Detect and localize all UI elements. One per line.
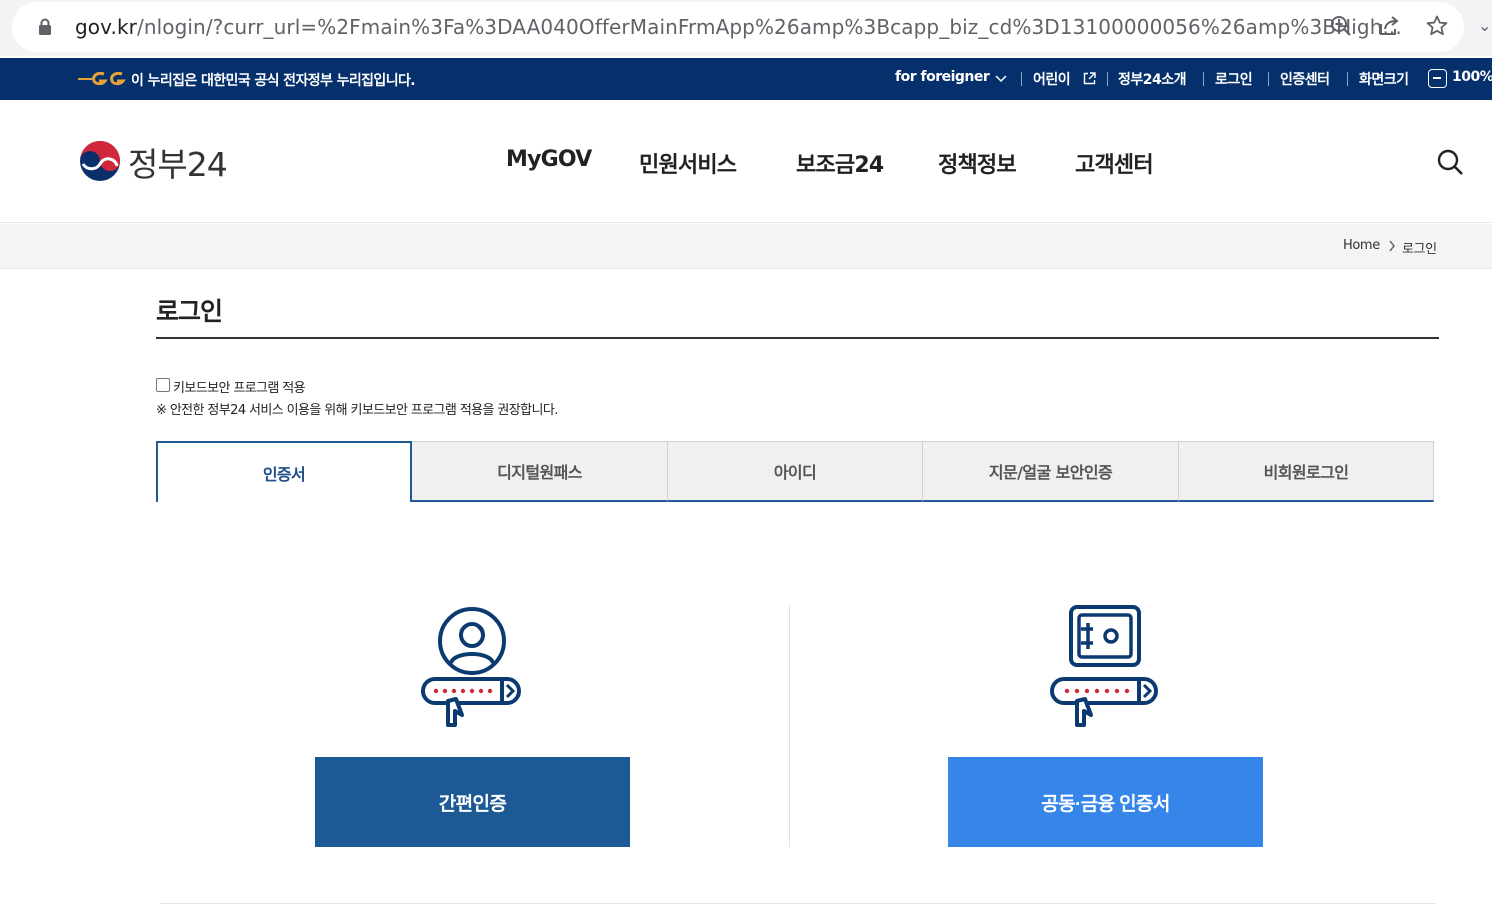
lock-icon [39,18,51,35]
site-logo-text[interactable]: 정부24 [128,138,228,186]
breadcrumb: Home 로그인 [0,224,1492,269]
share-icon[interactable] [1377,14,1401,38]
keyboard-security-checkbox[interactable] [156,378,170,392]
nav-civil-service[interactable]: 민원서비스 [639,147,737,179]
cert-center-link[interactable]: 인증센터 [1280,69,1330,89]
bookmark-star-icon[interactable] [1425,14,1449,38]
login-link[interactable]: 로그인 [1215,69,1253,89]
title-underline [156,337,1439,339]
egov-logo-icon [78,72,126,86]
options-divider [789,606,790,847]
foreigner-link[interactable]: for foreigner [895,69,990,85]
zoom-out-button[interactable] [1428,69,1447,88]
zoom-icon[interactable] [1329,14,1353,38]
divider [1268,72,1269,86]
chevron-down-icon[interactable]: ⌄ [1478,16,1491,35]
url-host: gov.kr [75,15,137,39]
tab-biometric[interactable]: 지문/얼굴 보안인증 [923,441,1179,502]
tab-certificate[interactable]: 인증서 [156,441,412,502]
divider [1107,72,1108,86]
site-header: 정부24 MyGOV 민원서비스 보조금24 정책정보 고객센터 [0,100,1492,223]
divider [1203,72,1204,86]
browser-toolbar: gov.kr/nlogin/?curr_url=%2Fmain%3Fa%3DAA… [0,0,1492,56]
nav-subsidy24[interactable]: 보조금24 [796,147,884,179]
joint-cert-safe-icon [1050,605,1158,727]
easy-auth-person-icon [421,607,521,727]
divider [1021,72,1022,86]
kids-link[interactable]: 어린이 [1033,69,1071,89]
address-bar[interactable]: gov.kr/nlogin/?curr_url=%2Fmain%3Fa%3DAA… [12,2,1464,52]
zoom-label: 화면크기 [1359,72,1409,88]
taegeuk-logo-icon[interactable] [79,140,121,182]
joint-cert-button[interactable]: 공동·금융 인증서 [948,757,1263,847]
zoom-value: 100% [1452,69,1492,85]
gov-notice-text: 이 누리집은 대한민국 공식 전자정부 누리집입니다. [131,73,416,89]
search-icon[interactable] [1436,148,1464,176]
breadcrumb-current: 로그인 [1402,242,1437,257]
chevron-right-icon [1389,240,1395,252]
url-path: /nlogin/?curr_url=%2Fmain%3Fa%3DAA040Off… [136,15,1402,39]
breadcrumb-home[interactable]: Home [1343,238,1380,253]
nav-customer-center[interactable]: 고객센터 [1075,147,1154,179]
nav-mygov[interactable]: MyGOV [506,147,592,172]
tab-digital-onepass[interactable]: 디지털원패스 [412,441,668,502]
page-title: 로그인 [156,297,223,326]
keyboard-security-label[interactable]: 키보드보안 프로그램 적용 [173,377,306,396]
gov-official-banner: 이 누리집은 대한민국 공식 전자정부 누리집입니다. for foreigne… [0,58,1492,100]
url-text[interactable]: gov.kr/nlogin/?curr_url=%2Fmain%3Fa%3DAA… [75,15,1402,39]
tab-non-member[interactable]: 비회원로그인 [1179,441,1434,502]
section-bottom-divider [160,903,1436,904]
external-link-icon [1083,72,1096,85]
about-link[interactable]: 정부24소개 [1118,69,1187,89]
tab-id[interactable]: 아이디 [668,441,923,502]
chevron-down-icon[interactable] [995,75,1007,83]
easy-auth-button[interactable]: 간편인증 [315,757,630,847]
keyboard-security-note: ※ 안전한 정부24 서비스 이용을 위해 키보드보안 프로그램 적용을 권장합… [156,403,558,418]
divider [1347,72,1348,86]
nav-policy-info[interactable]: 정책정보 [938,147,1017,179]
